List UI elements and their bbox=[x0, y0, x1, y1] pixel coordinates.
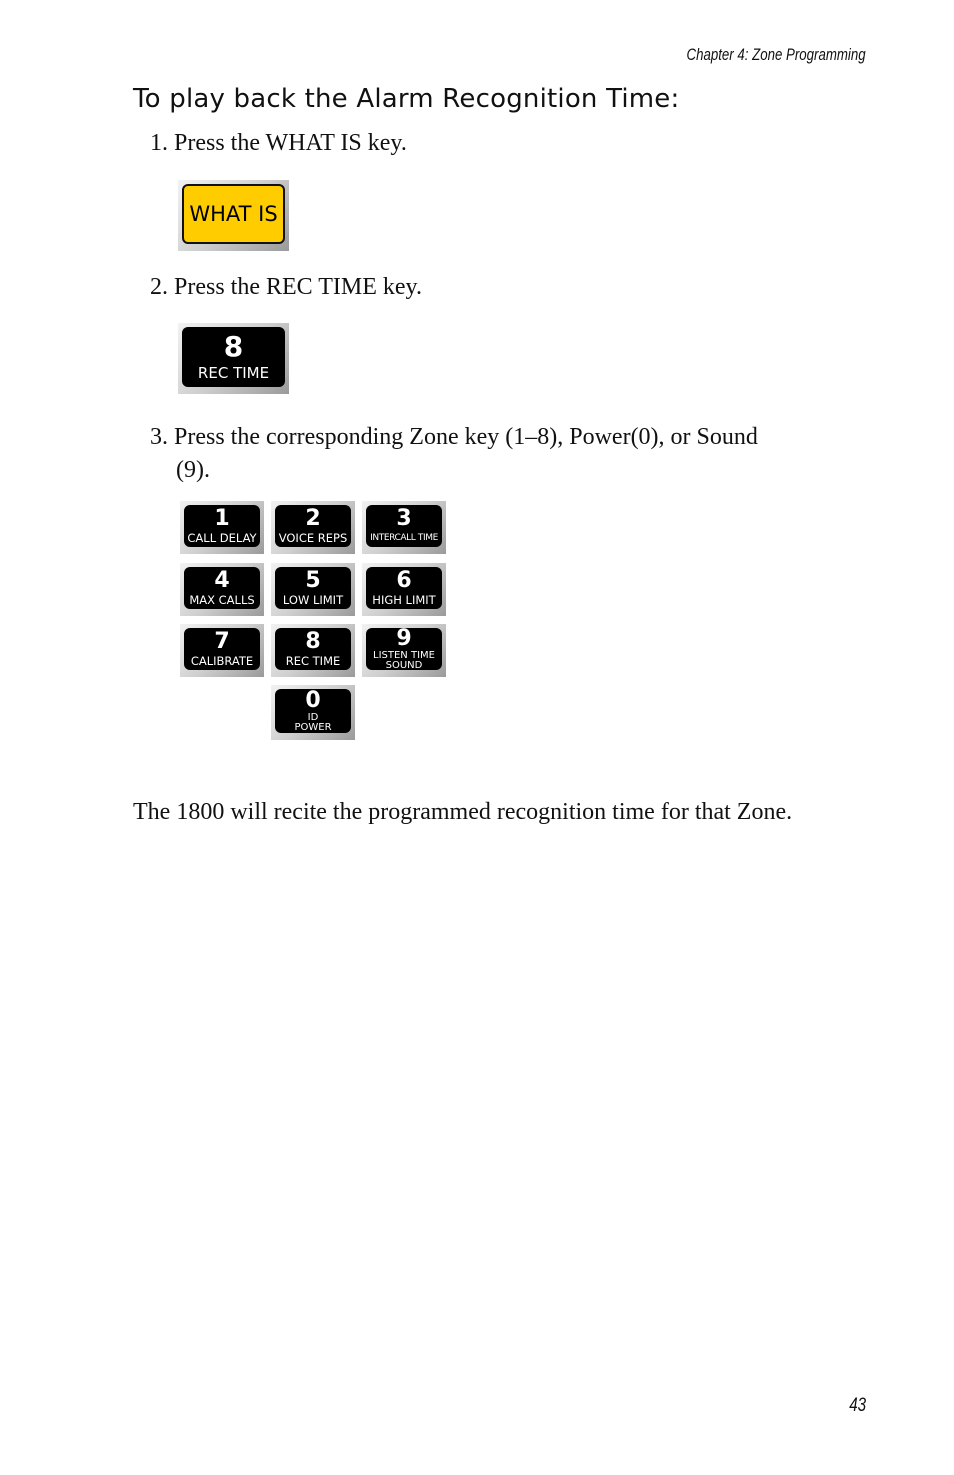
key-label: ID bbox=[307, 711, 319, 723]
step-3-text: 3. Press the corresponding Zone key (1–8… bbox=[150, 424, 758, 450]
keypad-key-0: 0 ID POWER bbox=[271, 685, 355, 740]
key-label-secondary: POWER bbox=[294, 721, 332, 733]
keypad-key-7: 7 CALIBRATE bbox=[180, 624, 264, 677]
keypad-key-4: 4 MAX CALLS bbox=[180, 563, 264, 616]
key-label: LISTEN TIME bbox=[373, 649, 435, 661]
chapter-header: Chapter 4: Zone Programming bbox=[686, 45, 866, 64]
key-number: 5 bbox=[305, 568, 321, 593]
step-2: 2. Press the REC TIME key. bbox=[150, 274, 422, 300]
key-number: 2 bbox=[305, 506, 321, 531]
step-3-continuation: (9). bbox=[176, 457, 210, 483]
key-label: INTERCALL TIME bbox=[370, 533, 438, 543]
keypad-key-9: 9 LISTEN TIME SOUND bbox=[362, 624, 446, 677]
key-number: 7 bbox=[214, 629, 230, 654]
key-number: 1 bbox=[214, 506, 230, 531]
key-label: REC TIME bbox=[285, 654, 341, 668]
key-label: REC TIME bbox=[197, 363, 270, 382]
key-number: 9 bbox=[396, 625, 412, 651]
key-label: CALIBRATE bbox=[190, 654, 254, 668]
key-label-secondary: SOUND bbox=[385, 659, 423, 671]
key-label: HIGH LIMIT bbox=[372, 593, 436, 607]
rec-time-key: 8 REC TIME bbox=[178, 323, 289, 394]
section-title: To play back the Alarm Recognition Time: bbox=[133, 84, 680, 114]
step-1: 1. Press the WHAT IS key. bbox=[150, 130, 407, 156]
keypad-key-5: 5 LOW LIMIT bbox=[271, 563, 355, 616]
key-number: 8 bbox=[305, 629, 321, 654]
key-number: 0 bbox=[305, 687, 321, 713]
key-label: MAX CALLS bbox=[189, 593, 255, 607]
keypad-key-6: 6 HIGH LIMIT bbox=[362, 563, 446, 616]
key-label: CALL DELAY bbox=[187, 531, 257, 545]
step-3: 3. Press the corresponding Zone key (1–8… bbox=[150, 421, 840, 487]
closing-paragraph: The 1800 will recite the programmed reco… bbox=[133, 799, 793, 825]
key-label: LOW LIMIT bbox=[282, 593, 344, 607]
keypad-key-8: 8 REC TIME bbox=[271, 624, 355, 677]
keypad-key-1: 1 CALL DELAY bbox=[180, 501, 264, 554]
key-number: 6 bbox=[396, 568, 412, 593]
key-label: VOICE REPS bbox=[278, 531, 348, 545]
key-number: 8 bbox=[223, 329, 244, 363]
keypad-key-3: 3 INTERCALL TIME bbox=[362, 501, 446, 554]
keypad-key-2: 2 VOICE REPS bbox=[271, 501, 355, 554]
page-number: 43 bbox=[849, 1395, 866, 1416]
key-label: WHAT IS bbox=[189, 202, 278, 226]
key-number: 4 bbox=[214, 568, 230, 593]
key-number: 3 bbox=[396, 506, 412, 531]
what-is-key: WHAT IS bbox=[178, 180, 289, 251]
